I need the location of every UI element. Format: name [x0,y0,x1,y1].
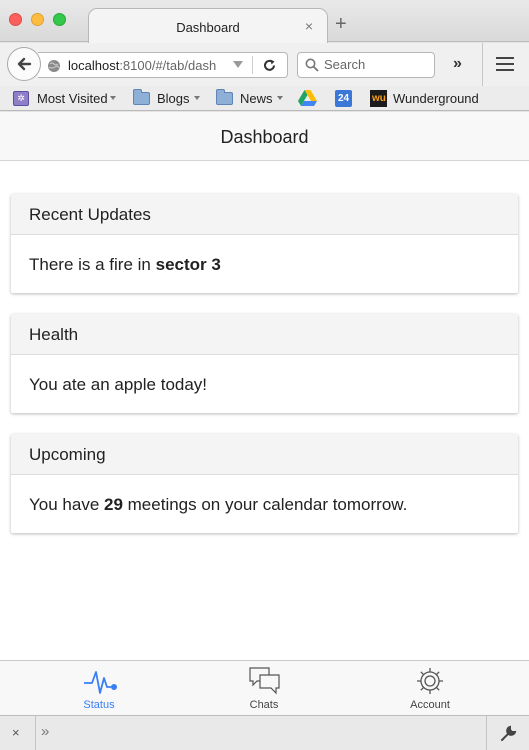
tab-strip: Dashboard × + [0,0,529,43]
addon-separator [35,716,36,750]
bookmarks-toolbar: ✲ Most Visited Blogs News 24 wu Wundergr… [0,86,529,111]
back-arrow-icon [17,57,32,71]
app-header: Dashboard [0,112,529,161]
bookmark-label: News [240,91,273,106]
bookmark-blogs-folder[interactable]: Blogs [133,89,203,108]
url-bar[interactable]: localhost:8100/#/tab/dash [38,52,288,78]
url-history-dropdown-icon[interactable] [233,61,243,69]
window-close-button[interactable] [9,13,22,26]
tab-label: Account [410,699,450,711]
card-text: meetings on your calendar tomorrow. [122,495,408,514]
search-box[interactable] [297,52,435,78]
tab-bar: Status Chats Account [0,660,529,715]
bookmark-most-visited[interactable]: ✲ Most Visited [13,90,119,108]
reload-icon[interactable] [262,58,277,73]
card-body: You ate an apple today! [11,355,518,413]
card-text: You have [29,495,104,514]
addon-overflow-button[interactable]: » [41,723,50,740]
url-separator [252,56,253,74]
new-tab-button[interactable]: + [335,14,347,34]
hamburger-menu-icon[interactable] [496,57,514,75]
tab-label: Status [83,699,115,711]
toolbar-overflow-button[interactable]: » [453,55,462,73]
bookmark-label: Most Visited [37,91,108,106]
card-text-bold: sector 3 [155,255,221,274]
window-minimize-button[interactable] [31,13,44,26]
tab-title: Dashboard [176,20,240,35]
wrench-icon[interactable] [500,725,517,742]
addon-bar: × » [0,715,529,750]
card-health: Health You ate an apple today! [11,314,518,413]
search-input[interactable] [324,57,430,72]
card-upcoming: Upcoming You have 29 meetings on your ca… [11,434,518,533]
chevron-down-icon [277,96,283,100]
card-header: Upcoming [11,434,518,475]
chevron-down-icon [194,96,200,100]
bookmark-label: Blogs [157,91,190,106]
google-drive-icon[interactable] [298,90,317,107]
close-icon[interactable]: × [12,725,20,740]
page-title: Dashboard [220,127,309,147]
wunderground-logo-text: wu [372,93,386,104]
menu-separator [482,43,483,86]
card-header: Health [11,314,518,355]
chat-bubbles-icon [249,667,280,695]
globe-icon [48,60,60,72]
card-body: There is a fire in sector 3 [11,235,518,293]
tab-account[interactable]: Account [342,661,518,716]
navigation-toolbar: localhost:8100/#/tab/dash » [0,43,529,86]
tab-status[interactable]: Status [11,661,187,716]
browser-tab-dashboard[interactable]: Dashboard × [88,8,328,43]
card-text-bold: 29 [104,495,123,514]
browser-chrome: Dashboard × + localhost:8100/#/tab/dash [0,0,529,112]
wunderground-icon[interactable]: wu [370,90,387,107]
card-recent-updates: Recent Updates There is a fire in sector… [11,194,518,293]
folder-icon [216,89,233,105]
search-icon [305,58,319,72]
addon-separator [486,716,487,750]
pulse-icon [84,671,117,694]
tab-label: Chats [249,699,279,711]
url-text: localhost:8100/#/tab/dash [68,58,228,73]
window-zoom-button[interactable] [53,13,66,26]
card-text: You ate an apple today! [29,375,208,394]
back-button[interactable] [7,47,41,81]
folder-icon [133,89,150,105]
most-visited-icon: ✲ [13,91,29,106]
url-path: :8100/#/tab/dash [119,58,217,73]
card-text: There is a fire in [29,255,156,274]
bookmark-label: Wunderground [393,91,479,106]
card-body: You have 29 meetings on your calendar to… [11,475,518,533]
calendar-icon[interactable]: 24 [335,90,352,107]
chevron-down-icon [110,96,116,100]
card-header: Recent Updates [11,194,518,235]
bookmark-news-folder[interactable]: News [216,89,286,108]
gear-icon [417,668,443,694]
tab-close-icon[interactable]: × [305,18,313,34]
url-host: localhost [68,58,120,73]
tab-chats[interactable]: Chats [176,661,352,716]
